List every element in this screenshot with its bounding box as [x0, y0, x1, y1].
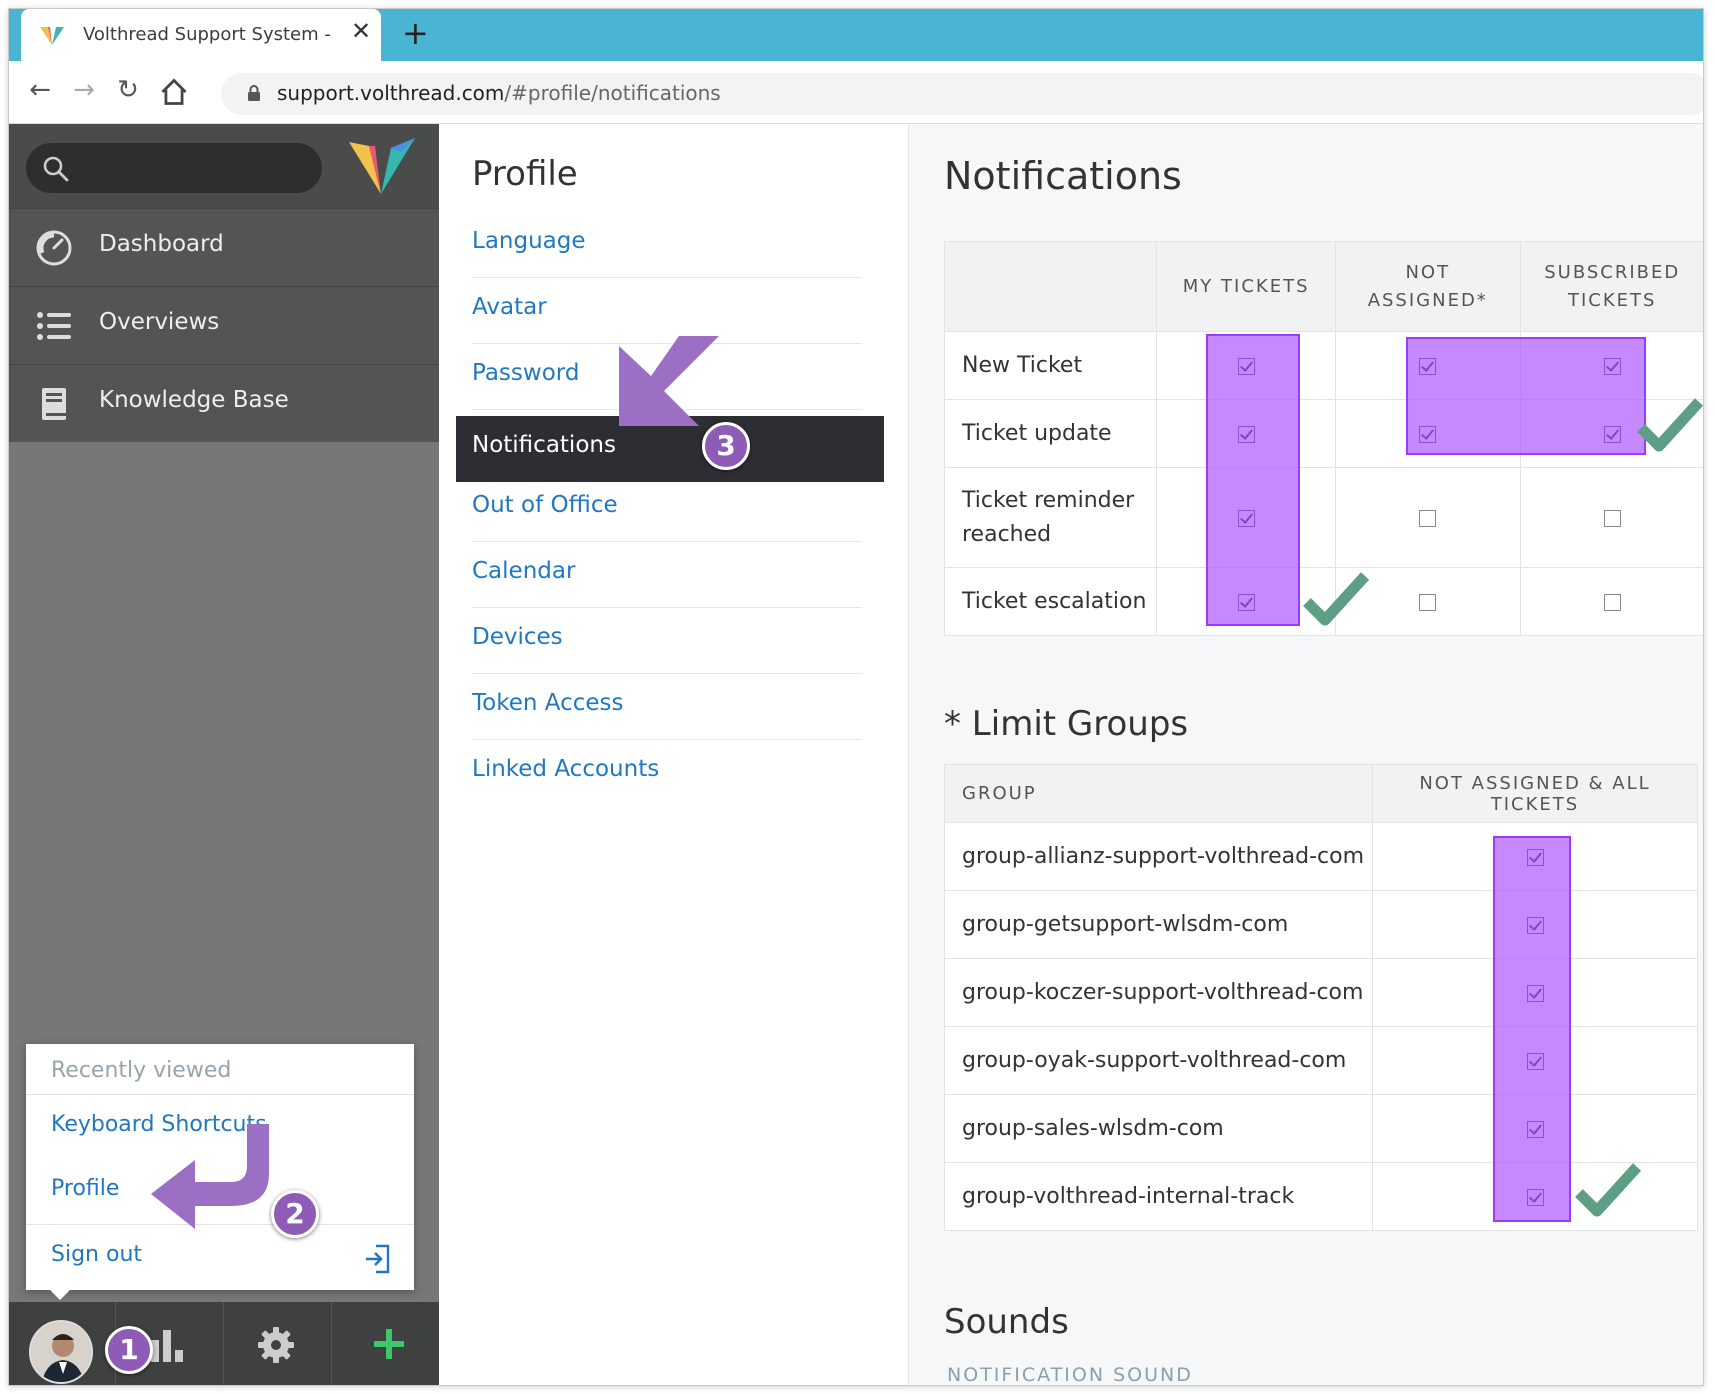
address-bar[interactable]: support.volthread.com/#profile/notificat… — [221, 73, 1703, 115]
notification-sound-label: NOTIFICATION SOUND — [947, 1364, 1193, 1386]
volthread-favicon-icon — [40, 27, 64, 45]
step-1-badge: 1 — [105, 1326, 153, 1374]
list-icon — [37, 312, 71, 340]
gear-icon[interactable] — [257, 1326, 295, 1364]
close-tab-icon[interactable]: ✕ — [351, 19, 371, 43]
forward-icon[interactable]: → — [69, 75, 99, 105]
checkmark-annotation-icon — [1637, 398, 1703, 452]
sidebar-bottom-bar — [9, 1302, 439, 1385]
group-name: group-volthread-internal-track — [944, 1162, 1373, 1231]
divider — [331, 1302, 332, 1385]
group-name: group-koczer-support-volthread-com — [944, 958, 1373, 1027]
table-row: group-getsupport-wlsdm-com — [944, 890, 1698, 959]
table-header-group: GROUP — [944, 764, 1373, 823]
profile-link-token-access[interactable]: Token Access — [472, 674, 862, 740]
table-row: Ticket reminder reached — [943, 467, 1703, 568]
sign-out-link[interactable]: Sign out — [51, 1242, 142, 1267]
table-header-my-tickets: MY TICKETS — [1156, 241, 1337, 332]
table-header-not-assigned: NOT ASSIGNED* — [1335, 241, 1521, 332]
profile-link-linked-accounts[interactable]: Linked Accounts — [472, 740, 862, 806]
profile-link-devices[interactable]: Devices — [472, 608, 862, 674]
checkbox[interactable] — [1419, 593, 1437, 611]
step-3-badge: 3 — [702, 422, 750, 470]
group-name: group-sales-wlsdm-com — [944, 1094, 1373, 1163]
sidebar-item-label: Dashboard — [99, 231, 224, 257]
highlight-box — [1406, 337, 1646, 455]
home-icon[interactable] — [159, 77, 189, 107]
url-text: support.volthread.com/#profile/notificat… — [277, 81, 721, 105]
checkbox[interactable] — [1419, 509, 1437, 527]
sidebar-item-knowledge-base[interactable]: Knowledge Base — [9, 364, 439, 442]
group-name: group-allianz-support-volthread-com — [944, 822, 1373, 891]
profile-link-out-of-office[interactable]: Out of Office — [472, 476, 862, 542]
checkmark-annotation-icon — [1575, 1163, 1642, 1217]
table-row: group-sales-wlsdm-com — [944, 1094, 1698, 1163]
search-input[interactable] — [26, 143, 322, 193]
plus-icon[interactable] — [371, 1326, 407, 1362]
new-tab-icon[interactable]: + — [402, 17, 429, 49]
sign-out-icon[interactable] — [364, 1244, 390, 1274]
sidebar-header — [9, 124, 439, 208]
notifications-content: Notifications MY TICKETS NOT ASSIGNED* S… — [909, 124, 1703, 1386]
sidebar-item-label: Knowledge Base — [99, 387, 289, 413]
profile-link[interactable]: Profile — [51, 1176, 119, 1201]
checkmark-annotation-icon — [1303, 572, 1370, 626]
row-label: New Ticket — [943, 331, 1158, 400]
profile-link-language[interactable]: Language — [472, 212, 862, 278]
browser-window: Volthread Support System - Notifications… — [8, 8, 1704, 1386]
arrow-annotation-icon — [151, 1124, 269, 1229]
divider — [26, 1094, 414, 1095]
book-icon — [42, 388, 66, 420]
checkbox[interactable] — [1603, 509, 1621, 527]
stats-icon[interactable] — [149, 1328, 185, 1362]
limit-groups-title: * Limit Groups — [944, 704, 1189, 744]
row-label: Ticket update — [943, 399, 1158, 468]
table-row: group-allianz-support-volthread-com — [944, 822, 1698, 891]
profile-menu: Profile Language Avatar Password Notific… — [439, 124, 909, 1385]
volthread-logo[interactable] — [347, 136, 417, 198]
sounds-title: Sounds — [944, 1302, 1069, 1342]
checkbox[interactable] — [1603, 593, 1621, 611]
reload-icon[interactable]: ↻ — [113, 75, 143, 105]
table-header-scope: NOT ASSIGNED & ALL TICKETS — [1372, 764, 1698, 823]
highlight-box — [1206, 334, 1300, 626]
sidebar-item-overviews[interactable]: Overviews — [9, 286, 439, 364]
row-label: Ticket reminder reached — [943, 467, 1158, 568]
back-icon[interactable]: ← — [25, 75, 55, 105]
recently-viewed-heading: Recently viewed — [51, 1058, 232, 1083]
table-header-subscribed: SUBSCRIBED TICKETS — [1519, 241, 1703, 332]
app-area: Dashboard Overviews Knowledge Base Recen… — [9, 124, 1703, 1386]
group-name: group-getsupport-wlsdm-com — [944, 890, 1373, 959]
avatar[interactable] — [29, 1320, 93, 1384]
group-name: group-oyak-support-volthread-com — [944, 1026, 1373, 1095]
page-title: Notifications — [944, 154, 1182, 198]
row-label: Ticket escalation — [943, 567, 1158, 636]
table-row: group-koczer-support-volthread-com — [944, 958, 1698, 1027]
lock-icon — [248, 85, 260, 101]
browser-tab[interactable]: Volthread Support System - Notifications… — [21, 9, 381, 61]
profile-link-avatar[interactable]: Avatar — [472, 278, 862, 344]
divider — [223, 1302, 224, 1385]
arrow-annotation-icon — [619, 336, 719, 426]
tab-strip: Volthread Support System - Notifications… — [9, 9, 1703, 61]
table-header — [943, 241, 1158, 332]
step-2-badge: 2 — [271, 1190, 319, 1238]
search-icon — [43, 156, 69, 182]
sidebar-item-dashboard[interactable]: Dashboard — [9, 208, 439, 286]
tab-title: Volthread Support System - Notifications — [83, 24, 333, 45]
dashboard-icon — [36, 230, 72, 266]
table-row: group-oyak-support-volthread-com — [944, 1026, 1698, 1095]
highlight-box — [1493, 836, 1571, 1222]
navigation-bar: ← → ↻ support.volthread.com/#profile/not… — [9, 61, 1703, 124]
profile-link-calendar[interactable]: Calendar — [472, 542, 862, 608]
sidebar-item-label: Overviews — [99, 309, 220, 335]
user-photo — [31, 1322, 91, 1382]
profile-title: Profile — [472, 154, 578, 194]
